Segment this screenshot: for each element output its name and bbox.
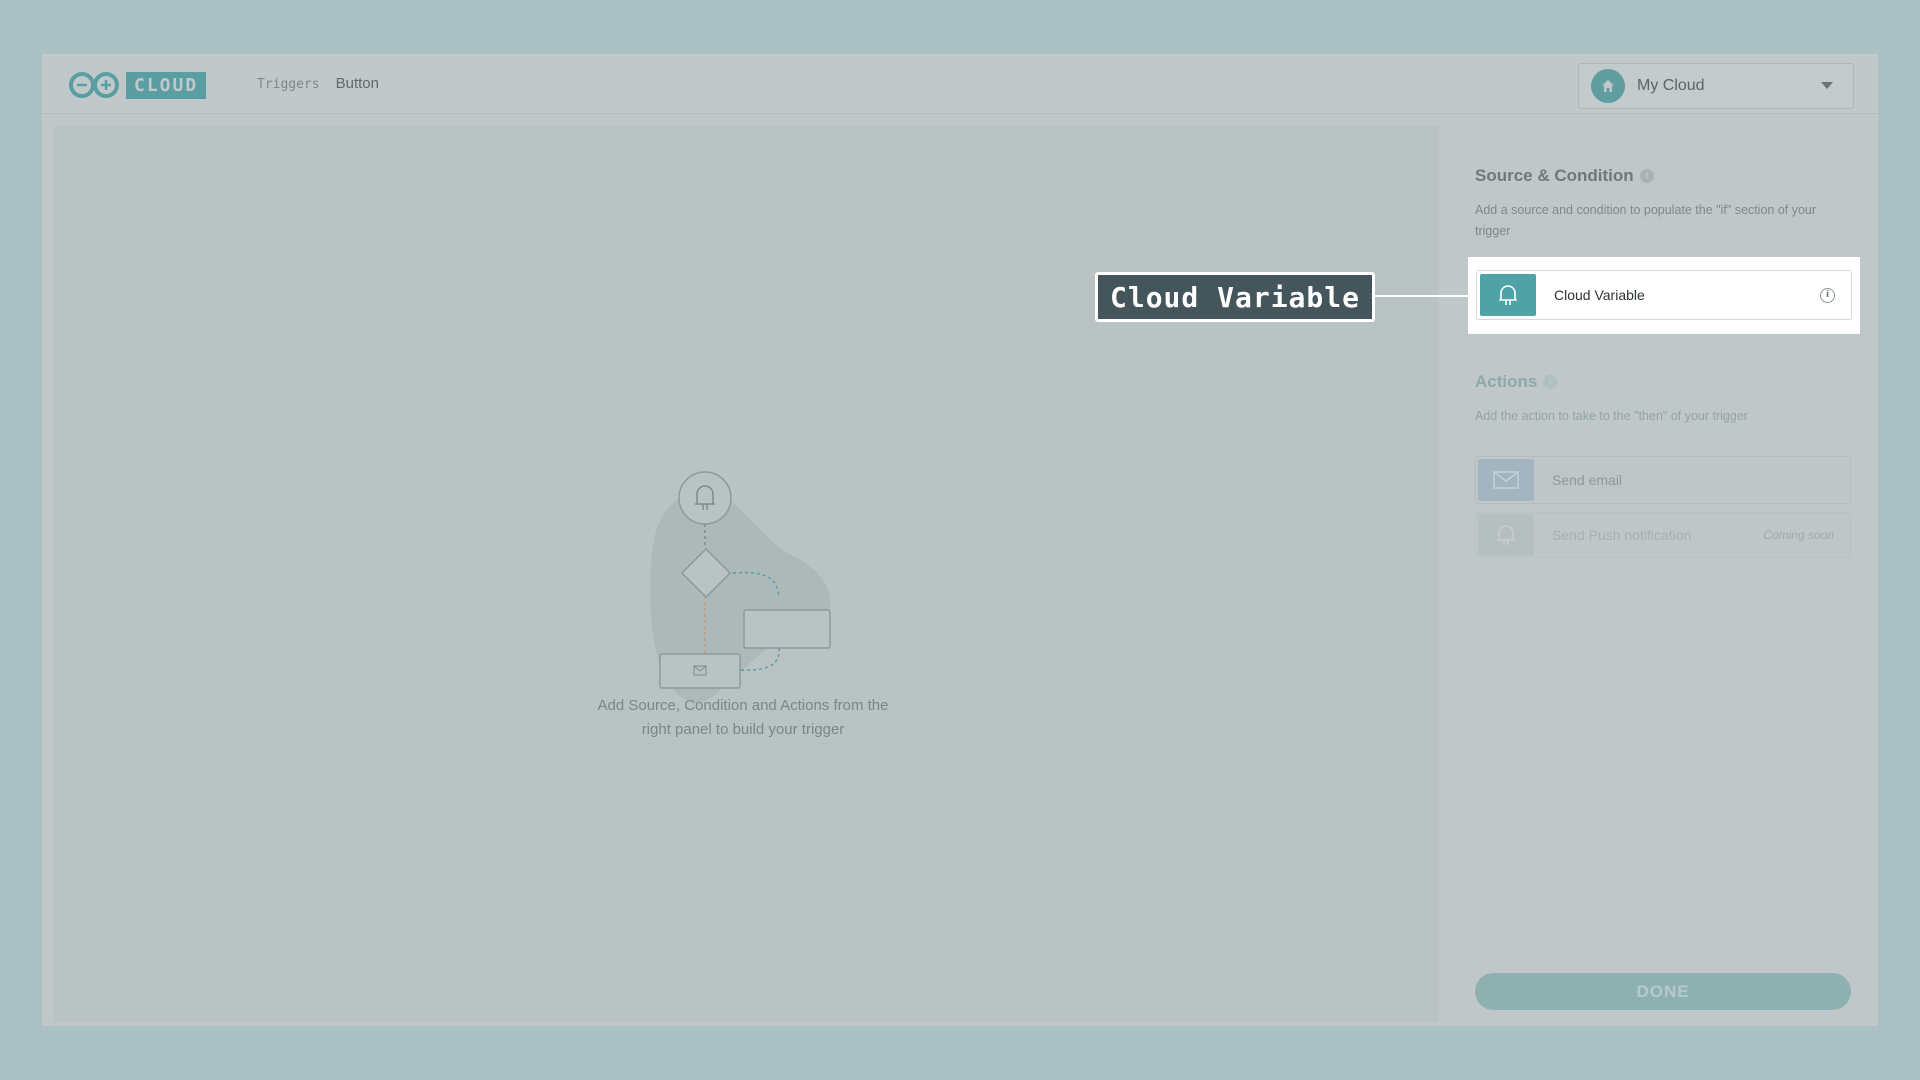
empty-state-illustration	[650, 471, 831, 704]
highlight-spotlight: Cloud Variable i	[1468, 257, 1860, 334]
arduino-cloud-logo[interactable]: CLOUD	[68, 71, 207, 99]
actions-description: Add the action to take to the "then" of …	[1475, 409, 1748, 423]
top-bar: CLOUD Triggers Button My Cloud	[42, 54, 1878, 114]
send-email-action[interactable]: Send email	[1475, 456, 1851, 504]
breadcrumb-triggers-link[interactable]: Triggers	[257, 77, 320, 92]
empty-state-text: Add Source, Condition and Actions from t…	[597, 697, 889, 738]
done-button[interactable]: DONE	[1475, 973, 1851, 1010]
trigger-canvas[interactable]: Add Source, Condition and Actions from t…	[53, 126, 1439, 1022]
envelope-icon	[1478, 459, 1534, 501]
actions-title: Actions i	[1475, 372, 1558, 392]
send-email-label: Send email	[1552, 472, 1623, 488]
infinity-logo-icon	[69, 72, 119, 98]
bell-icon	[1478, 514, 1534, 556]
info-icon[interactable]: i	[1820, 288, 1835, 303]
callout-connector	[1373, 295, 1468, 297]
logo-text: CLOUD	[126, 71, 207, 99]
send-push-notification-label: Send Push notification	[1552, 527, 1692, 543]
breadcrumb-current: Button	[335, 75, 379, 92]
callout-label: Cloud Variable	[1095, 272, 1375, 322]
bell-icon	[1480, 274, 1536, 316]
caret-down-icon	[1821, 82, 1833, 89]
cloud-name: My Cloud	[1637, 77, 1705, 94]
info-icon[interactable]: i	[1543, 375, 1558, 389]
source-condition-section: Source & Condition i Add a source and co…	[1475, 166, 1855, 242]
bell-icon	[678, 471, 732, 525]
cloud-selector[interactable]: My Cloud	[1578, 63, 1854, 109]
send-push-notification-action: Send Push notification Coming soon	[1475, 512, 1851, 558]
cloud-variable-source[interactable]: Cloud Variable i	[1476, 270, 1852, 320]
home-icon	[1591, 69, 1625, 103]
actions-title-text: Actions	[1475, 372, 1538, 391]
cloud-variable-label: Cloud Variable	[1554, 287, 1645, 303]
coming-soon-badge: Coming soon	[1763, 528, 1834, 542]
info-icon[interactable]: i	[1639, 169, 1654, 183]
breadcrumb: Triggers Button	[257, 75, 379, 92]
source-condition-title-text: Source & Condition	[1475, 166, 1634, 185]
source-condition-title: Source & Condition i	[1475, 166, 1855, 186]
source-condition-description: Add a source and condition to populate t…	[1475, 203, 1817, 238]
